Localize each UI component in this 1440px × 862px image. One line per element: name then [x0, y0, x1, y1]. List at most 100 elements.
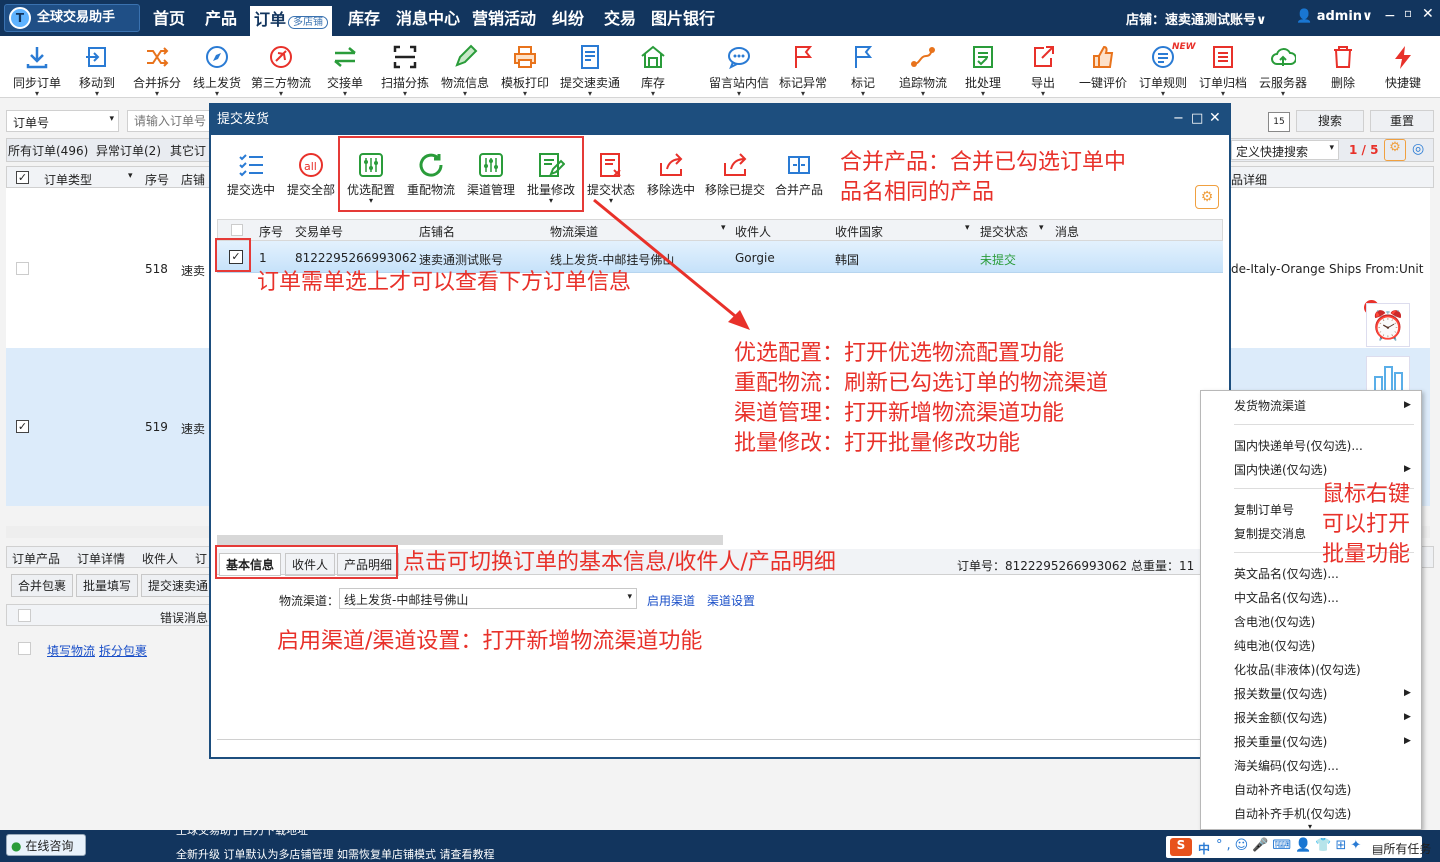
- eye-off-icon[interactable]: ◎: [1412, 141, 1424, 157]
- quick-search-select[interactable]: 定义快捷搜索 ▾: [1231, 140, 1339, 160]
- channel-select[interactable]: 线上发货-中邮挂号佛山 ▾: [339, 588, 637, 609]
- merge-package-button[interactable]: 合并包裹: [11, 574, 74, 597]
- merge-split-button[interactable]: 合并拆分 ▾: [125, 44, 189, 98]
- all-tasks-button[interactable]: ▤所有任务: [1372, 840, 1431, 857]
- third-party-logistics-button[interactable]: 第三方物流 ▾: [249, 44, 313, 98]
- restore-icon[interactable]: ▫: [1404, 6, 1412, 20]
- inventory-button[interactable]: 库存 ▾: [621, 44, 685, 98]
- merge-products-button[interactable]: 合并产品: [773, 151, 825, 198]
- tab-order-details[interactable]: 订单详情: [77, 550, 125, 567]
- shortcuts-button[interactable]: 快捷键: [1371, 44, 1435, 91]
- ime-chinese-icon[interactable]: 中: [1198, 840, 1210, 857]
- sogou-ime-icon[interactable]: S: [1170, 838, 1192, 856]
- menu-item-cosmetics[interactable]: 化妆品(非液体)(仅勾选): [1234, 661, 1361, 678]
- nav-orders[interactable]: 订单 多店铺: [250, 6, 333, 36]
- handover-button[interactable]: 交接单 ▾: [313, 44, 377, 98]
- menu-item-with-battery[interactable]: 含电池(仅勾选): [1234, 613, 1315, 630]
- error-select-all-checkbox[interactable]: [18, 609, 31, 622]
- close-icon[interactable]: ✕: [1422, 6, 1434, 22]
- order-archive-button[interactable]: 订单归档 ▾: [1191, 44, 1255, 98]
- tab-other-orders[interactable]: 其它订: [170, 142, 206, 159]
- store-selector[interactable]: 店铺：速卖通测试账号∨: [1126, 9, 1267, 28]
- reset-button[interactable]: 重置: [1370, 110, 1434, 132]
- messages-button[interactable]: 留言站内信 ▾: [706, 44, 772, 98]
- tab-order-products[interactable]: 订单产品: [12, 550, 60, 567]
- menu-item-domestic-tracking[interactable]: 国内快递单号(仅勾选)...: [1234, 437, 1363, 454]
- nav-messages[interactable]: 消息中心: [396, 0, 460, 36]
- nav-products[interactable]: 产品: [205, 0, 237, 36]
- chevron-down-icon[interactable]: ▾: [128, 171, 133, 181]
- enable-channel-link[interactable]: 启用渠道: [647, 592, 695, 609]
- remove-submitted-button[interactable]: 移除已提交: [703, 151, 767, 198]
- dialog-minimize-icon[interactable]: −: [1173, 111, 1184, 126]
- chevron-down-icon[interactable]: ▾: [965, 223, 970, 233]
- export-button[interactable]: 导出 ▾: [1011, 44, 1075, 98]
- sync-orders-button[interactable]: 同步订单 ▾: [5, 44, 69, 98]
- nav-image-bank[interactable]: 图片银行: [651, 0, 715, 36]
- chevron-down-icon[interactable]: ▾: [1039, 223, 1044, 233]
- submit-selected-button[interactable]: 提交选中: [225, 151, 277, 198]
- search-field-select[interactable]: 订单号 ▾: [6, 110, 119, 132]
- tray-icons[interactable]: °,☺🎤⌨👤👕⊞✦: [1216, 838, 1365, 853]
- mark-exception-button[interactable]: 标记异常 ▾: [771, 44, 835, 98]
- split-package-link[interactable]: 拆分包裹: [99, 642, 147, 659]
- scan-sort-button[interactable]: 扫描分拣 ▾: [373, 44, 437, 98]
- track-logistics-button[interactable]: 追踪物流 ▾: [891, 44, 955, 98]
- error-row-checkbox[interactable]: [18, 642, 31, 655]
- nav-marketing[interactable]: 营销活动: [472, 0, 536, 36]
- menu-item-customs-qty[interactable]: 报关数量(仅勾选): [1234, 685, 1327, 702]
- row-checkbox[interactable]: [16, 262, 29, 275]
- dialog-close-icon[interactable]: ✕: [1209, 110, 1221, 126]
- nav-disputes[interactable]: 纠纷: [552, 0, 584, 36]
- select-all-checkbox[interactable]: ✓: [16, 171, 29, 184]
- tab-more[interactable]: 订: [195, 550, 207, 567]
- tab-exception-orders[interactable]: 异常订单(2): [96, 142, 161, 159]
- calendar-icon[interactable]: 15: [1268, 112, 1290, 132]
- submit-aliexpress-button[interactable]: 提交速卖通 ▾: [557, 44, 623, 98]
- search-button[interactable]: 搜索: [1296, 110, 1364, 132]
- menu-item-customs-weight[interactable]: 报关重量(仅勾选): [1234, 733, 1327, 750]
- user-menu[interactable]: 👤 admin∨: [1296, 9, 1373, 24]
- online-consult-button[interactable]: ● 在线咨询: [6, 834, 86, 856]
- fill-logistics-link[interactable]: 填写物流: [47, 642, 95, 659]
- menu-item-copy-order-no[interactable]: 复制订单号: [1234, 501, 1294, 518]
- one-click-review-button[interactable]: 一键评价: [1071, 44, 1135, 91]
- batch-fill-button[interactable]: 批量填写: [76, 574, 139, 597]
- alarm-clock-icon[interactable]: ⏰: [1366, 303, 1410, 347]
- mark-button[interactable]: 标记 ▾: [831, 44, 895, 98]
- row-checkbox[interactable]: ✓: [16, 420, 29, 433]
- dialog-horizontal-scrollbar[interactable]: [217, 535, 723, 545]
- dialog-settings-icon[interactable]: ⚙: [1195, 185, 1219, 209]
- dialog-select-all-checkbox[interactable]: [231, 224, 243, 236]
- delete-button[interactable]: 删除: [1311, 44, 1375, 91]
- move-to-button[interactable]: 移动到 ▾: [65, 44, 129, 98]
- menu-item-pure-battery[interactable]: 纯电池(仅勾选): [1234, 637, 1315, 654]
- menu-item-customs-amount[interactable]: 报关金额(仅勾选): [1234, 709, 1327, 726]
- order-number-input[interactable]: [127, 110, 211, 132]
- cloud-server-button[interactable]: 云服务器 ▾: [1251, 44, 1315, 98]
- minimize-icon[interactable]: −: [1384, 8, 1396, 24]
- template-print-button[interactable]: 模板打印 ▾: [493, 44, 557, 98]
- channel-settings-link[interactable]: 渠道设置: [707, 592, 755, 609]
- tab-recipient[interactable]: 收件人: [142, 550, 178, 567]
- remove-selected-button[interactable]: 移除选中: [645, 151, 697, 198]
- submit-all-button[interactable]: all 提交全部: [285, 151, 337, 198]
- menu-item-copy-submit-msg[interactable]: 复制提交消息: [1234, 525, 1306, 542]
- menu-item-autofill-phone[interactable]: 自动补齐电话(仅勾选): [1234, 781, 1351, 798]
- menu-item-domestic-express[interactable]: 国内快递(仅勾选): [1234, 461, 1327, 478]
- online-shipping-button[interactable]: 线上发货 ▾: [185, 44, 249, 98]
- menu-item-autofill-mobile[interactable]: 自动补齐手机(仅勾选): [1234, 805, 1351, 822]
- dialog-maximize-icon[interactable]: □: [1191, 111, 1203, 126]
- logistics-info-button[interactable]: 物流信息 ▾: [433, 44, 497, 98]
- batch-process-button[interactable]: 批处理 ▾: [951, 44, 1015, 98]
- nav-inventory[interactable]: 库存: [348, 0, 380, 36]
- submit-aliexpress-bottom-button[interactable]: 提交速卖通: [141, 574, 216, 597]
- app-logo[interactable]: T 全球交易助手: [4, 4, 140, 32]
- nav-trade[interactable]: 交易: [604, 0, 636, 36]
- nav-home[interactable]: 首页: [153, 0, 185, 36]
- menu-item-shipping-channel[interactable]: 发货物流渠道: [1234, 397, 1306, 414]
- tab-all-orders[interactable]: 所有订单(496): [8, 142, 88, 159]
- menu-item-hs-code[interactable]: 海关编码(仅勾选)...: [1234, 757, 1339, 774]
- menu-item-chinese-name[interactable]: 中文品名(仅勾选)...: [1234, 589, 1339, 606]
- settings-icon[interactable]: ⚙: [1384, 139, 1406, 161]
